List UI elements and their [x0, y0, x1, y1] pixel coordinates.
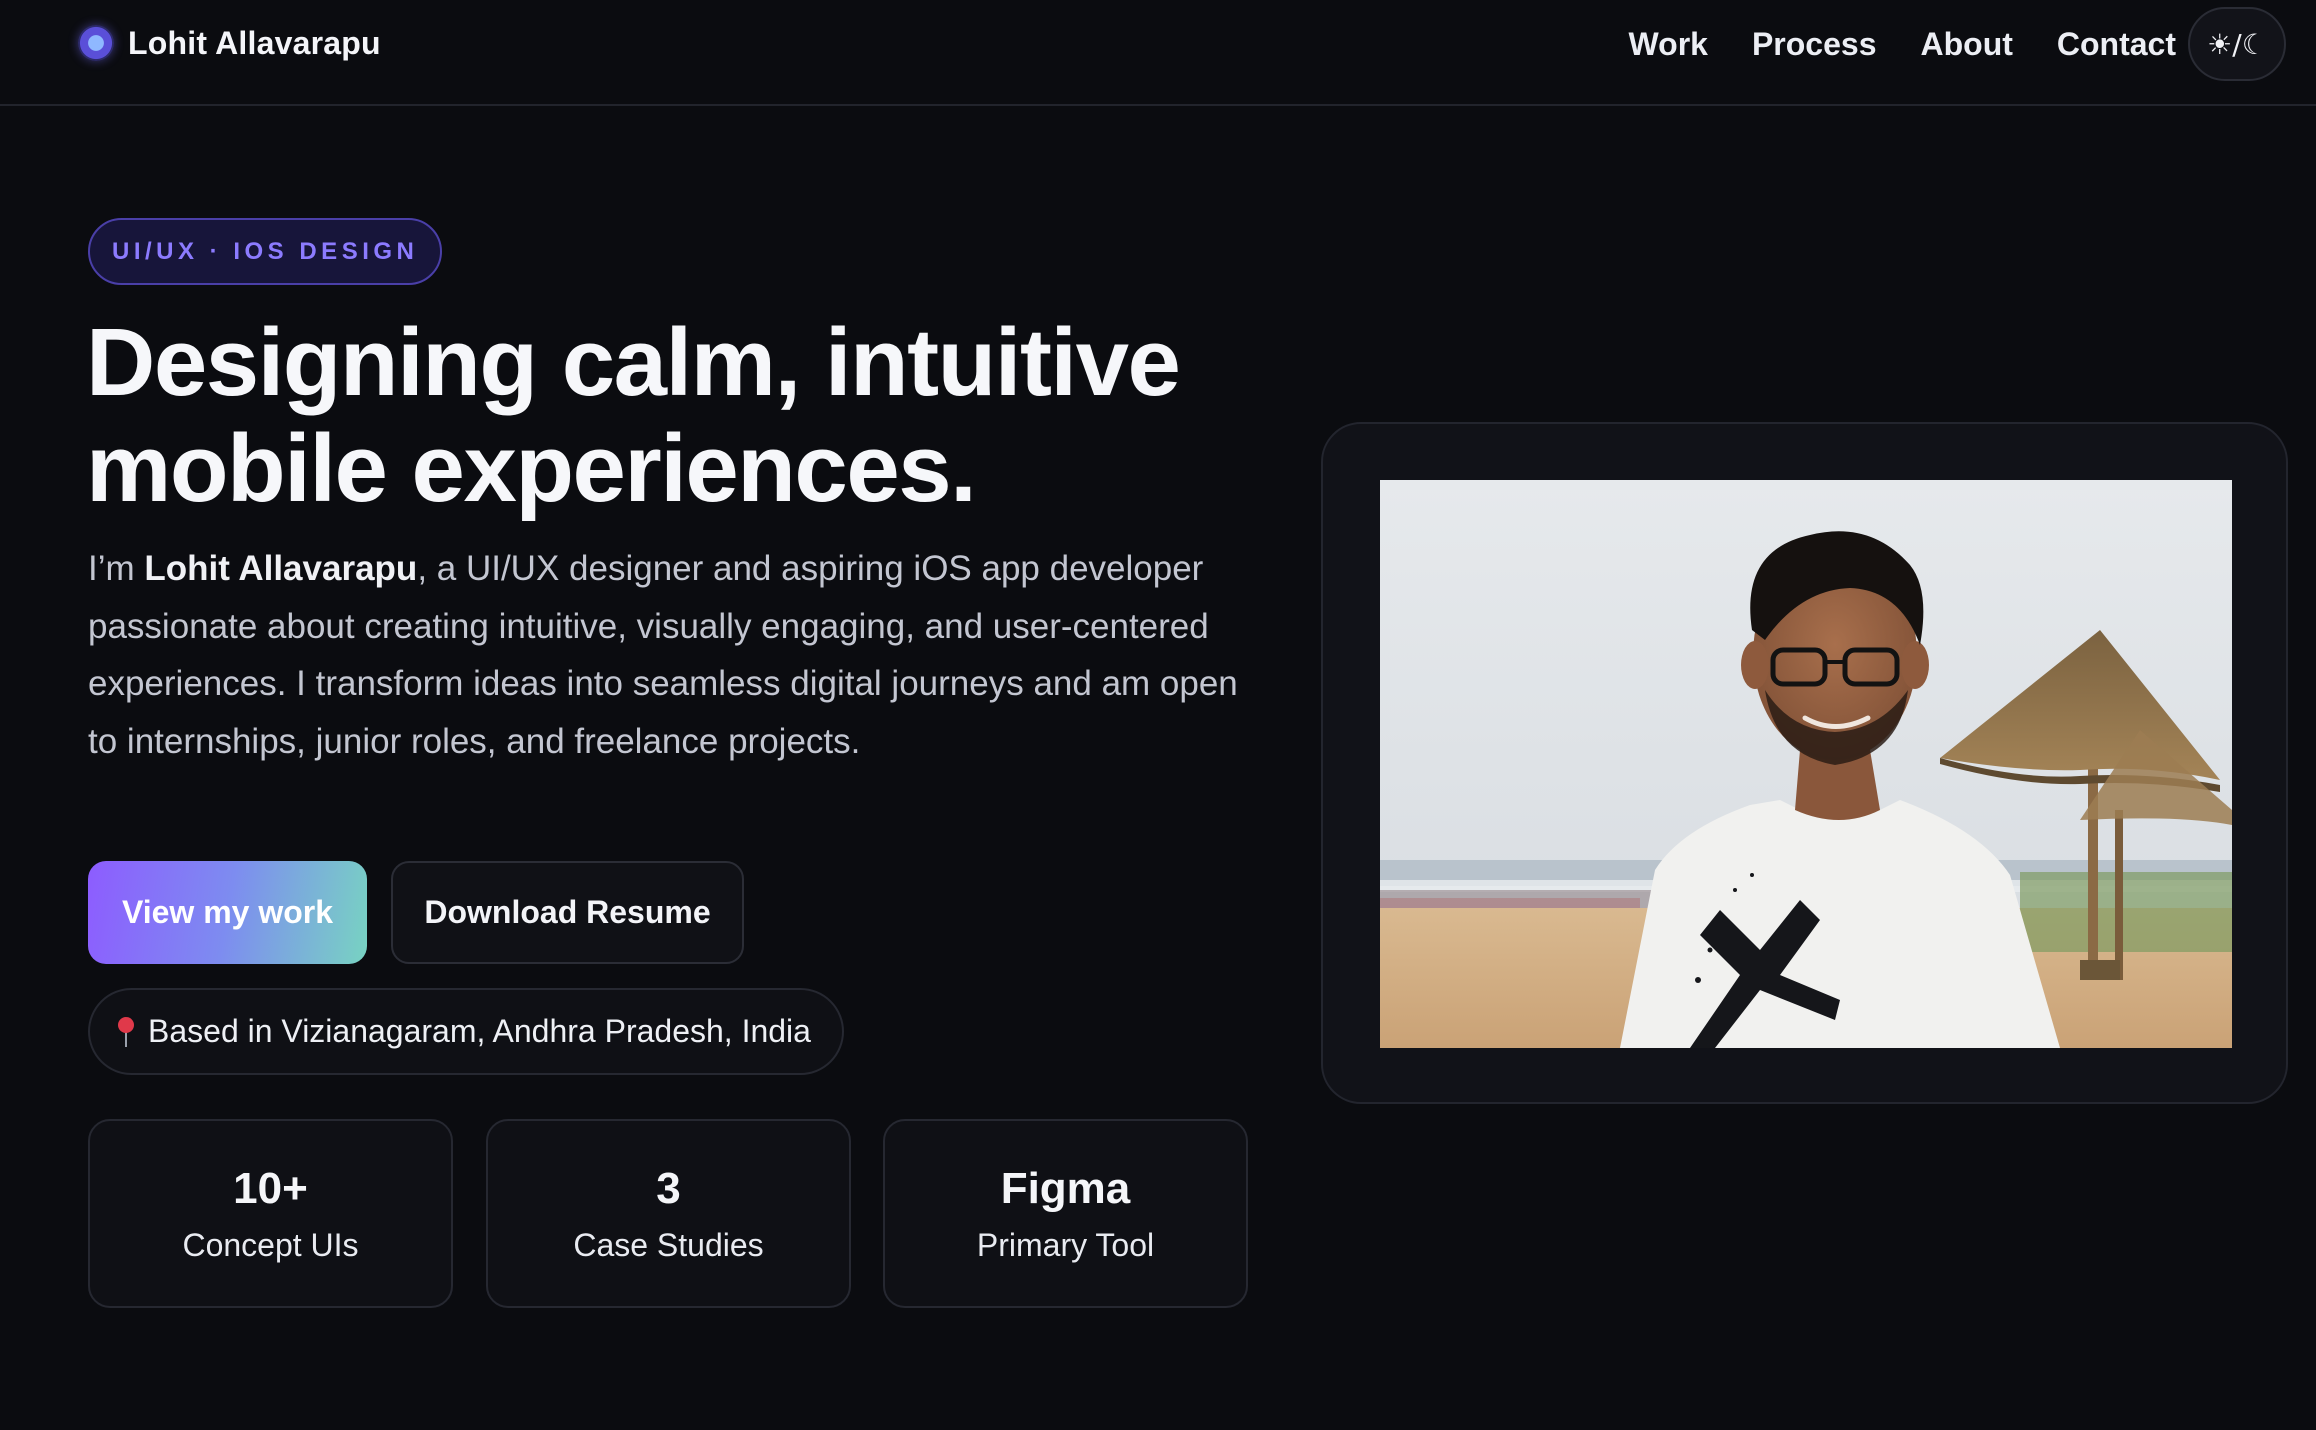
- stat-label: Concept UIs: [182, 1226, 359, 1263]
- headline-line-2: mobile experiences.: [86, 415, 977, 522]
- profile-photo: [1380, 480, 2232, 1048]
- nav-work-link[interactable]: Work: [1629, 26, 1708, 63]
- stat-label: Case Studies: [573, 1226, 764, 1263]
- brand-logo-icon: [78, 25, 114, 61]
- role-badge: UI/UX · IOS DESIGN: [88, 218, 443, 285]
- headline-line-1: Designing calm, intuitive: [86, 309, 1181, 416]
- stat-card-primary-tool: Figma Primary Tool: [883, 1119, 1248, 1308]
- nav-process-link[interactable]: Process: [1752, 26, 1877, 63]
- stat-value: Figma: [1000, 1163, 1131, 1213]
- hero-intro: I’m Lohit Allavarapu, a UI/UX designer a…: [88, 540, 1238, 770]
- nav-contact-link[interactable]: Contact: [2057, 26, 2176, 63]
- stat-value: 10+: [233, 1163, 308, 1213]
- theme-toggle-button[interactable]: ☀/☾: [2188, 7, 2286, 81]
- stat-value: 3: [656, 1163, 681, 1213]
- profile-photo-card: [1321, 422, 2288, 1104]
- main-nav: Work Process About Contact ☀/☾: [1629, 6, 2286, 82]
- location-chip: Based in Vizianagaram, Andhra Pradesh, I…: [88, 988, 844, 1075]
- brand[interactable]: Lohit Allavarapu: [78, 22, 381, 64]
- map-pin-icon: [116, 1015, 136, 1049]
- site-header: Lohit Allavarapu Work Process About Cont…: [0, 0, 2316, 106]
- location-text: Based in Vizianagaram, Andhra Pradesh, I…: [148, 1013, 811, 1049]
- intro-prefix: I’m: [88, 549, 145, 588]
- stat-card-case-studies: 3 Case Studies: [486, 1119, 851, 1308]
- brand-name: Lohit Allavarapu: [128, 24, 381, 61]
- sun-moon-icon: ☀/☾: [2207, 27, 2267, 61]
- download-resume-button[interactable]: Download Resume: [391, 861, 744, 964]
- intro-name: Lohit Allavarapu: [144, 549, 418, 588]
- nav-about-link[interactable]: About: [1920, 26, 2012, 63]
- hero-headline: Designing calm, intuitive mobile experie…: [86, 310, 1286, 522]
- stat-label: Primary Tool: [976, 1226, 1155, 1263]
- view-work-button[interactable]: View my work: [88, 861, 367, 964]
- stat-card-concepts: 10+ Concept UIs: [88, 1119, 453, 1308]
